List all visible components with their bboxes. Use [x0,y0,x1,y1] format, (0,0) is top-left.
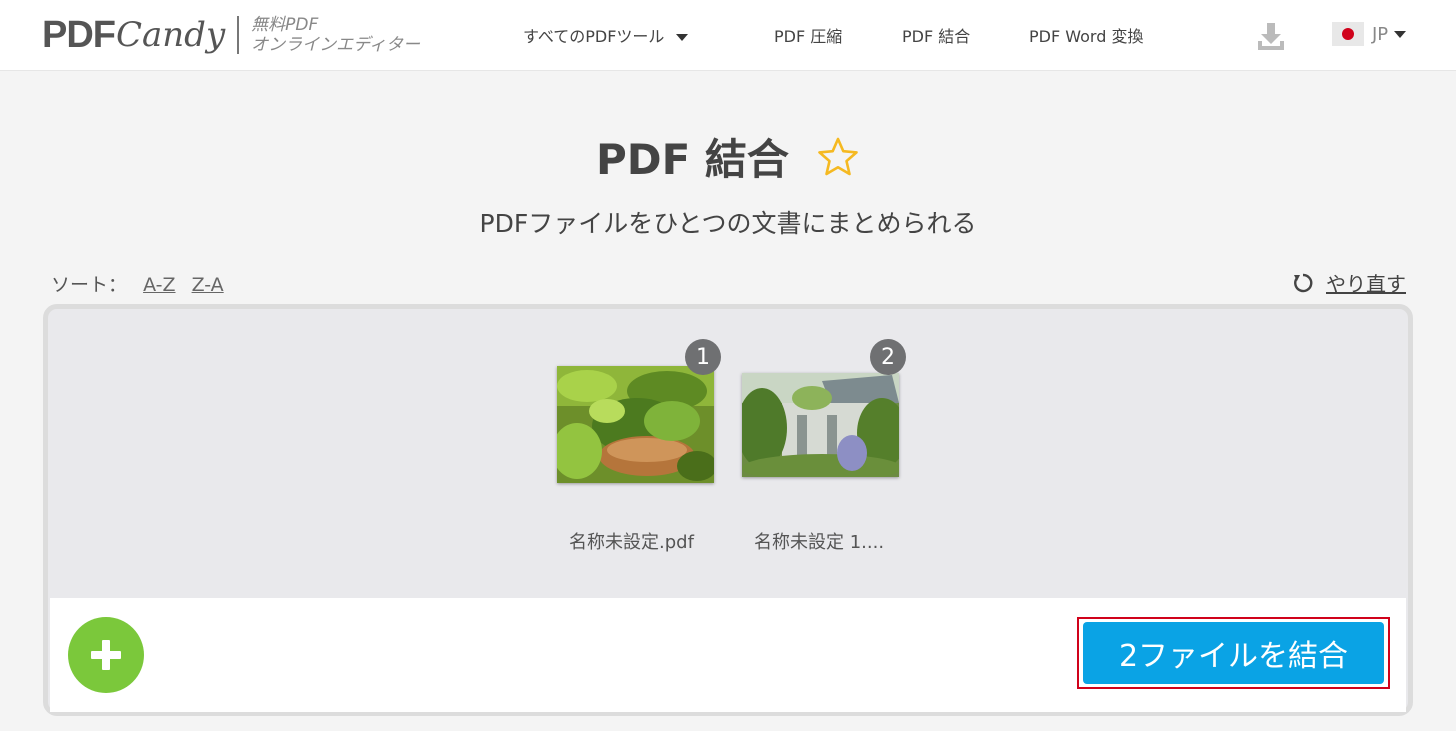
japan-flag-icon [1332,22,1364,46]
nav-compress[interactable]: PDF 圧縮 [774,23,842,47]
sort-controls: ソート： A-Z Z-A [51,270,224,297]
file-name: 名称未設定.pdf [569,532,694,553]
plus-icon [91,640,121,670]
add-file-button[interactable] [68,617,144,693]
nav-all-tools-label: すべてのPDFツール [523,27,665,46]
nav-merge[interactable]: PDF 結合 [902,23,970,47]
refresh-icon [1294,273,1313,292]
file-index-badge: 1 [685,339,721,375]
file-thumbnail[interactable] [742,373,899,477]
redo-label: やり直す [1326,272,1406,296]
logo-pdf-text: PDF [42,13,116,56]
tagline-line2: オンラインエディター [251,35,420,55]
language-selector[interactable]: JP [1332,22,1407,46]
top-header: PDF Candy 無料PDF オンラインエディター すべてのPDFツール PD… [0,0,1456,71]
file-thumbnail[interactable] [557,366,714,483]
download-icon[interactable] [1255,20,1287,52]
redo-button[interactable]: やり直す [1292,268,1406,297]
favorite-star-icon[interactable] [816,135,860,179]
sort-label: ソート： [51,274,128,296]
merge-files-button[interactable]: 2ファイルを結合 [1083,622,1384,684]
logo-tagline: 無料PDF オンラインエディター [251,15,420,55]
logo-candy-text: Candy [116,15,226,55]
tagline-line1: 無料PDF [251,15,319,35]
logo-divider [237,16,240,54]
nav-pdf-word[interactable]: PDF Word 変換 [1029,23,1143,47]
page-title: PDF 結合 [595,135,789,184]
nav-all-tools[interactable]: すべてのPDFツール [523,23,689,47]
chevron-down-icon [676,34,689,41]
title-row: PDF 結合 [0,126,1456,187]
pdfcandy-logo[interactable]: PDF Candy 無料PDF オンラインエディター [42,10,420,60]
sort-za-link[interactable]: Z-A [192,274,224,296]
sort-az-link[interactable]: A-Z [143,274,175,296]
file-index-badge: 2 [870,339,906,375]
chevron-down-icon [1394,30,1407,38]
file-name: 名称未設定 1.... [754,532,885,553]
page-subtitle: PDFファイルをひとつの文書にまとめられる [479,209,977,238]
language-label: JP [1372,23,1389,45]
